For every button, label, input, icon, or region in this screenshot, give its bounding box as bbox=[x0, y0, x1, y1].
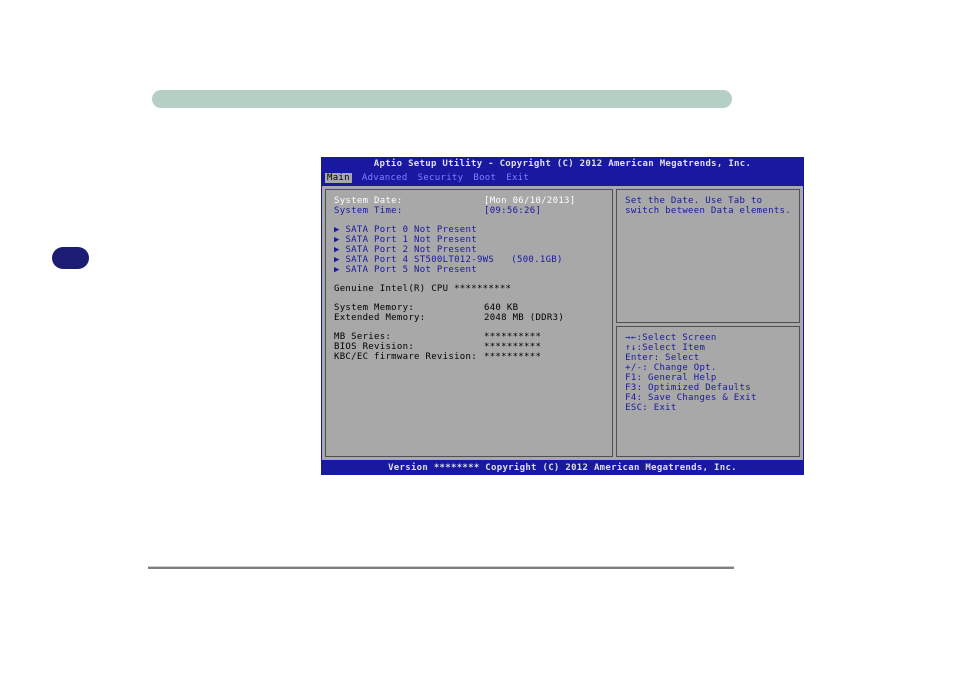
extmem-value: 2048 MB (DDR3) bbox=[484, 313, 564, 323]
row-biosrev: BIOS Revision: ********** bbox=[334, 342, 604, 352]
page-divider bbox=[148, 566, 734, 569]
row-mb: MB Series: ********** bbox=[334, 332, 604, 342]
extmem-label: Extended Memory: bbox=[334, 313, 484, 323]
biosrev-label: BIOS Revision: bbox=[334, 342, 484, 352]
row-kbcec: KBC/EC firmware Revision: ********** bbox=[334, 352, 604, 362]
row-sata2[interactable]: ▶ SATA Port 2 Not Present bbox=[334, 245, 604, 255]
row-sysmem: System Memory: 640 KB bbox=[334, 303, 604, 313]
help-line1: Set the Date. Use Tab to bbox=[625, 196, 791, 206]
keys-l2: ↑↓:Select Item bbox=[625, 343, 791, 353]
keys-l7: F4: Save Changes & Exit bbox=[625, 393, 791, 403]
kbcec-label: KBC/EC firmware Revision: bbox=[334, 352, 484, 362]
keys-l8: ESC: Exit bbox=[625, 403, 791, 413]
bios-left-panel: System Date: [Mon 06/10/2013] System Tim… bbox=[325, 189, 613, 457]
tab-advanced[interactable]: Advanced bbox=[362, 173, 408, 183]
tab-security[interactable]: Security bbox=[418, 173, 464, 183]
keys-l5: F1: General Help bbox=[625, 373, 791, 383]
help-keys: →←:Select Screen ↑↓:Select Item Enter: S… bbox=[616, 326, 800, 457]
row-sata1[interactable]: ▶ SATA Port 1 Not Present bbox=[334, 235, 604, 245]
tab-boot[interactable]: Boot bbox=[473, 173, 496, 183]
help-line2: switch between Data elements. bbox=[625, 206, 791, 216]
system-time-label: System Time: bbox=[334, 206, 484, 216]
arrow-icon: ▶ bbox=[334, 245, 345, 255]
sysmem-label: System Memory: bbox=[334, 303, 484, 313]
system-date-value: [Mon 06/10/2013] bbox=[484, 196, 576, 206]
bios-window: Aptio Setup Utility - Copyright (C) 2012… bbox=[321, 157, 804, 471]
keys-l1: →←:Select Screen bbox=[625, 333, 791, 343]
keys-l3: Enter: Select bbox=[625, 353, 791, 363]
row-sata5[interactable]: ▶ SATA Port 5 Not Present bbox=[334, 265, 604, 275]
system-date-label: System Date: bbox=[334, 196, 484, 206]
row-system-time[interactable]: System Time: [09:56:26] bbox=[334, 206, 604, 216]
keys-l4: +/-: Change Opt. bbox=[625, 363, 791, 373]
arrow-icon: ▶ bbox=[334, 265, 345, 275]
row-sata4[interactable]: ▶ SATA Port 4 ST500LT012-9WS (500.1GB) bbox=[334, 255, 604, 265]
system-time-value: [09:56:26] bbox=[484, 206, 541, 216]
bios-right-panel: Set the Date. Use Tab to switch between … bbox=[616, 189, 800, 457]
sata5-text: SATA Port 5 Not Present bbox=[345, 265, 477, 275]
row-sata0[interactable]: ▶ SATA Port 0 Not Present bbox=[334, 225, 604, 235]
kbcec-value: ********** bbox=[484, 352, 541, 362]
bios-title: Aptio Setup Utility - Copyright (C) 2012… bbox=[321, 157, 804, 171]
pill-header bbox=[152, 90, 732, 108]
mb-label: MB Series: bbox=[334, 332, 484, 342]
keys-l6: F3: Optimized Defaults bbox=[625, 383, 791, 393]
tab-exit[interactable]: Exit bbox=[506, 173, 529, 183]
arrow-icon: ▶ bbox=[334, 235, 345, 245]
mb-value: ********** bbox=[484, 332, 541, 342]
arrow-icon: ▶ bbox=[334, 255, 345, 265]
bios-tabs: Main Advanced Security Boot Exit bbox=[321, 171, 804, 185]
side-badge bbox=[52, 247, 89, 269]
sata0-text: SATA Port 0 Not Present bbox=[345, 225, 477, 235]
biosrev-value: ********** bbox=[484, 342, 541, 352]
sata1-text: SATA Port 1 Not Present bbox=[345, 235, 477, 245]
sata4-text: SATA Port 4 ST500LT012-9WS (500.1GB) bbox=[345, 255, 562, 265]
bios-body: System Date: [Mon 06/10/2013] System Tim… bbox=[321, 185, 804, 461]
row-system-date[interactable]: System Date: [Mon 06/10/2013] bbox=[334, 196, 604, 206]
bios-footer: Version ******** Copyright (C) 2012 Amer… bbox=[321, 461, 804, 475]
row-extmem: Extended Memory: 2048 MB (DDR3) bbox=[334, 313, 604, 323]
tab-main[interactable]: Main bbox=[325, 173, 352, 183]
arrow-icon: ▶ bbox=[334, 225, 345, 235]
cpu-text: Genuine Intel(R) CPU ********** bbox=[334, 284, 511, 294]
sysmem-value: 640 KB bbox=[484, 303, 518, 313]
help-description: Set the Date. Use Tab to switch between … bbox=[616, 189, 800, 323]
row-cpu: Genuine Intel(R) CPU ********** bbox=[334, 284, 604, 294]
sata2-text: SATA Port 2 Not Present bbox=[345, 245, 477, 255]
